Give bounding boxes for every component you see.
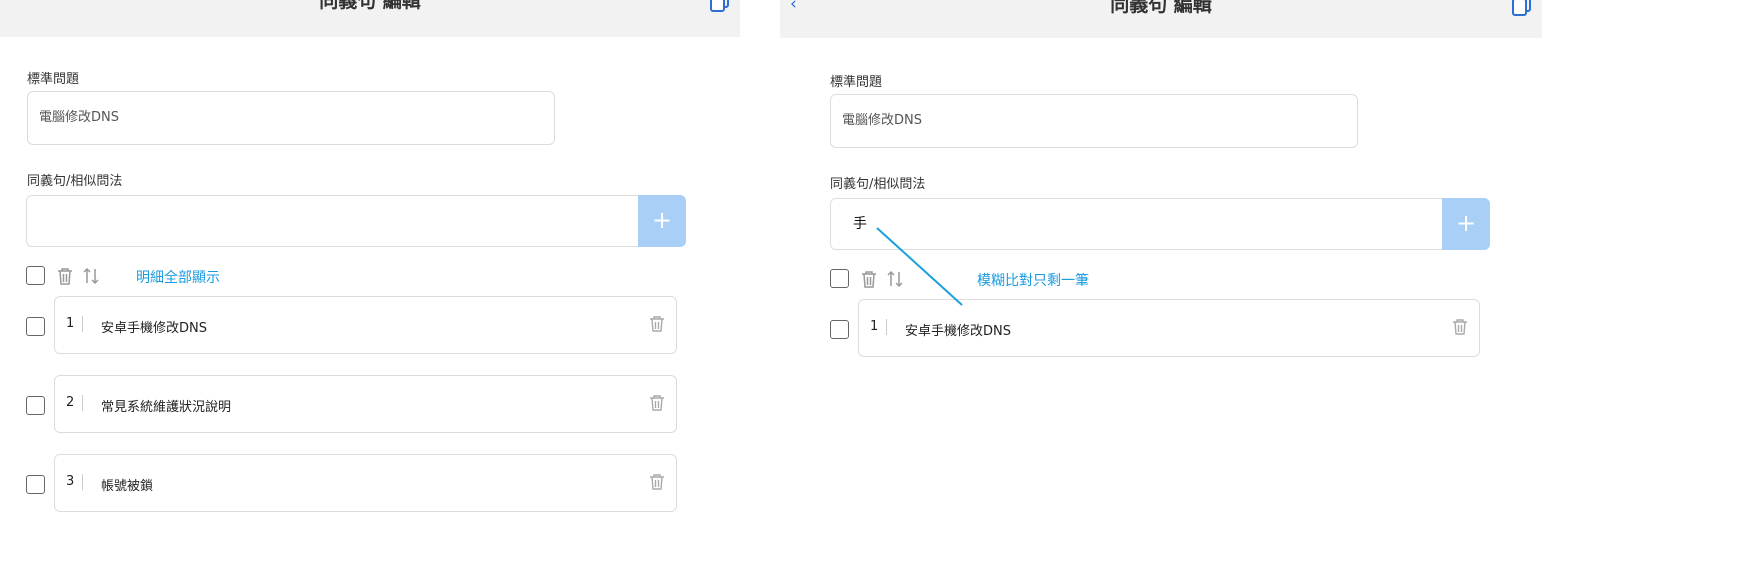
synonym-input[interactable] bbox=[26, 195, 638, 247]
item-number: 2 bbox=[66, 395, 75, 410]
divider bbox=[886, 319, 887, 335]
list-item: 1 安卓手機修改DNS bbox=[830, 299, 1480, 357]
item-text: 安卓手機修改DNS bbox=[905, 324, 1011, 339]
page-title: 同義句 編輯 bbox=[319, 0, 421, 12]
item-number: 1 bbox=[66, 316, 75, 331]
synonym-add-row: + bbox=[26, 195, 686, 247]
item-card[interactable]: 2 常見系統維護狀況說明 bbox=[54, 375, 677, 433]
list-item: 3 帳號被鎖 bbox=[26, 454, 677, 512]
standard-question-field[interactable]: 電腦修改DNS bbox=[830, 94, 1358, 148]
sort-icon[interactable] bbox=[886, 269, 904, 289]
item-text: 常見系統維護狀況說明 bbox=[101, 400, 232, 415]
fuzzy-match-annotation: 模糊比對只剩一筆 bbox=[977, 273, 1089, 289]
item-number: 3 bbox=[66, 474, 75, 489]
item-checkbox[interactable] bbox=[26, 317, 45, 336]
left-panel: 同義句 編輯 標準問題 電腦修改DNS 同義句/相似問法 + 明細全部顯示 1 … bbox=[0, 0, 740, 561]
divider bbox=[82, 395, 83, 411]
header: 同義句 編輯 bbox=[0, 0, 740, 37]
show-all-details-link[interactable]: 明細全部顯示 bbox=[136, 267, 220, 287]
item-card[interactable]: 3 帳號被鎖 bbox=[54, 454, 677, 512]
list-toolbar: 模糊比對只剩一筆 bbox=[830, 268, 1150, 290]
item-number: 1 bbox=[870, 319, 879, 334]
sort-icon[interactable] bbox=[82, 266, 100, 286]
trash-icon[interactable] bbox=[860, 269, 878, 289]
list-item: 2 常見系統維護狀況說明 bbox=[26, 375, 677, 433]
standard-question-label: 標準問題 bbox=[27, 72, 80, 87]
add-button[interactable]: + bbox=[1442, 198, 1490, 250]
copy-icon[interactable] bbox=[1512, 0, 1532, 16]
synonym-label: 同義句/相似問法 bbox=[27, 174, 123, 189]
trash-icon[interactable] bbox=[649, 315, 665, 333]
synonym-add-row: 手 + bbox=[830, 198, 1490, 250]
list-item: 1 安卓手機修改DNS bbox=[26, 296, 677, 354]
item-card[interactable]: 1 安卓手機修改DNS bbox=[858, 299, 1480, 357]
page-title: 同義句 編輯 bbox=[1110, 0, 1212, 16]
item-checkbox[interactable] bbox=[26, 396, 45, 415]
trash-icon[interactable] bbox=[649, 394, 665, 412]
item-checkbox[interactable] bbox=[26, 475, 45, 494]
header: ‹ 同義句 編輯 bbox=[780, 0, 1542, 38]
select-all-checkbox[interactable] bbox=[26, 266, 45, 285]
standard-question-label: 標準問題 bbox=[830, 75, 883, 90]
divider bbox=[82, 474, 83, 490]
item-text: 安卓手機修改DNS bbox=[101, 321, 207, 336]
trash-icon[interactable] bbox=[649, 473, 665, 491]
item-checkbox[interactable] bbox=[830, 320, 849, 339]
synonym-input[interactable]: 手 bbox=[830, 198, 1442, 250]
trash-icon[interactable] bbox=[1452, 318, 1468, 336]
item-text: 帳號被鎖 bbox=[101, 479, 154, 494]
select-all-checkbox[interactable] bbox=[830, 269, 849, 288]
copy-icon[interactable] bbox=[710, 0, 730, 12]
standard-question-field[interactable]: 電腦修改DNS bbox=[27, 91, 555, 145]
item-card[interactable]: 1 安卓手機修改DNS bbox=[54, 296, 677, 354]
trash-icon[interactable] bbox=[56, 266, 74, 286]
list-toolbar: 明細全部顯示 bbox=[26, 265, 326, 287]
divider bbox=[82, 316, 83, 332]
add-button[interactable]: + bbox=[638, 195, 686, 247]
synonym-label: 同義句/相似問法 bbox=[830, 177, 926, 192]
right-panel: ‹ 同義句 編輯 標準問題 電腦修改DNS 同義句/相似問法 手 + 模糊比對只… bbox=[780, 0, 1542, 561]
